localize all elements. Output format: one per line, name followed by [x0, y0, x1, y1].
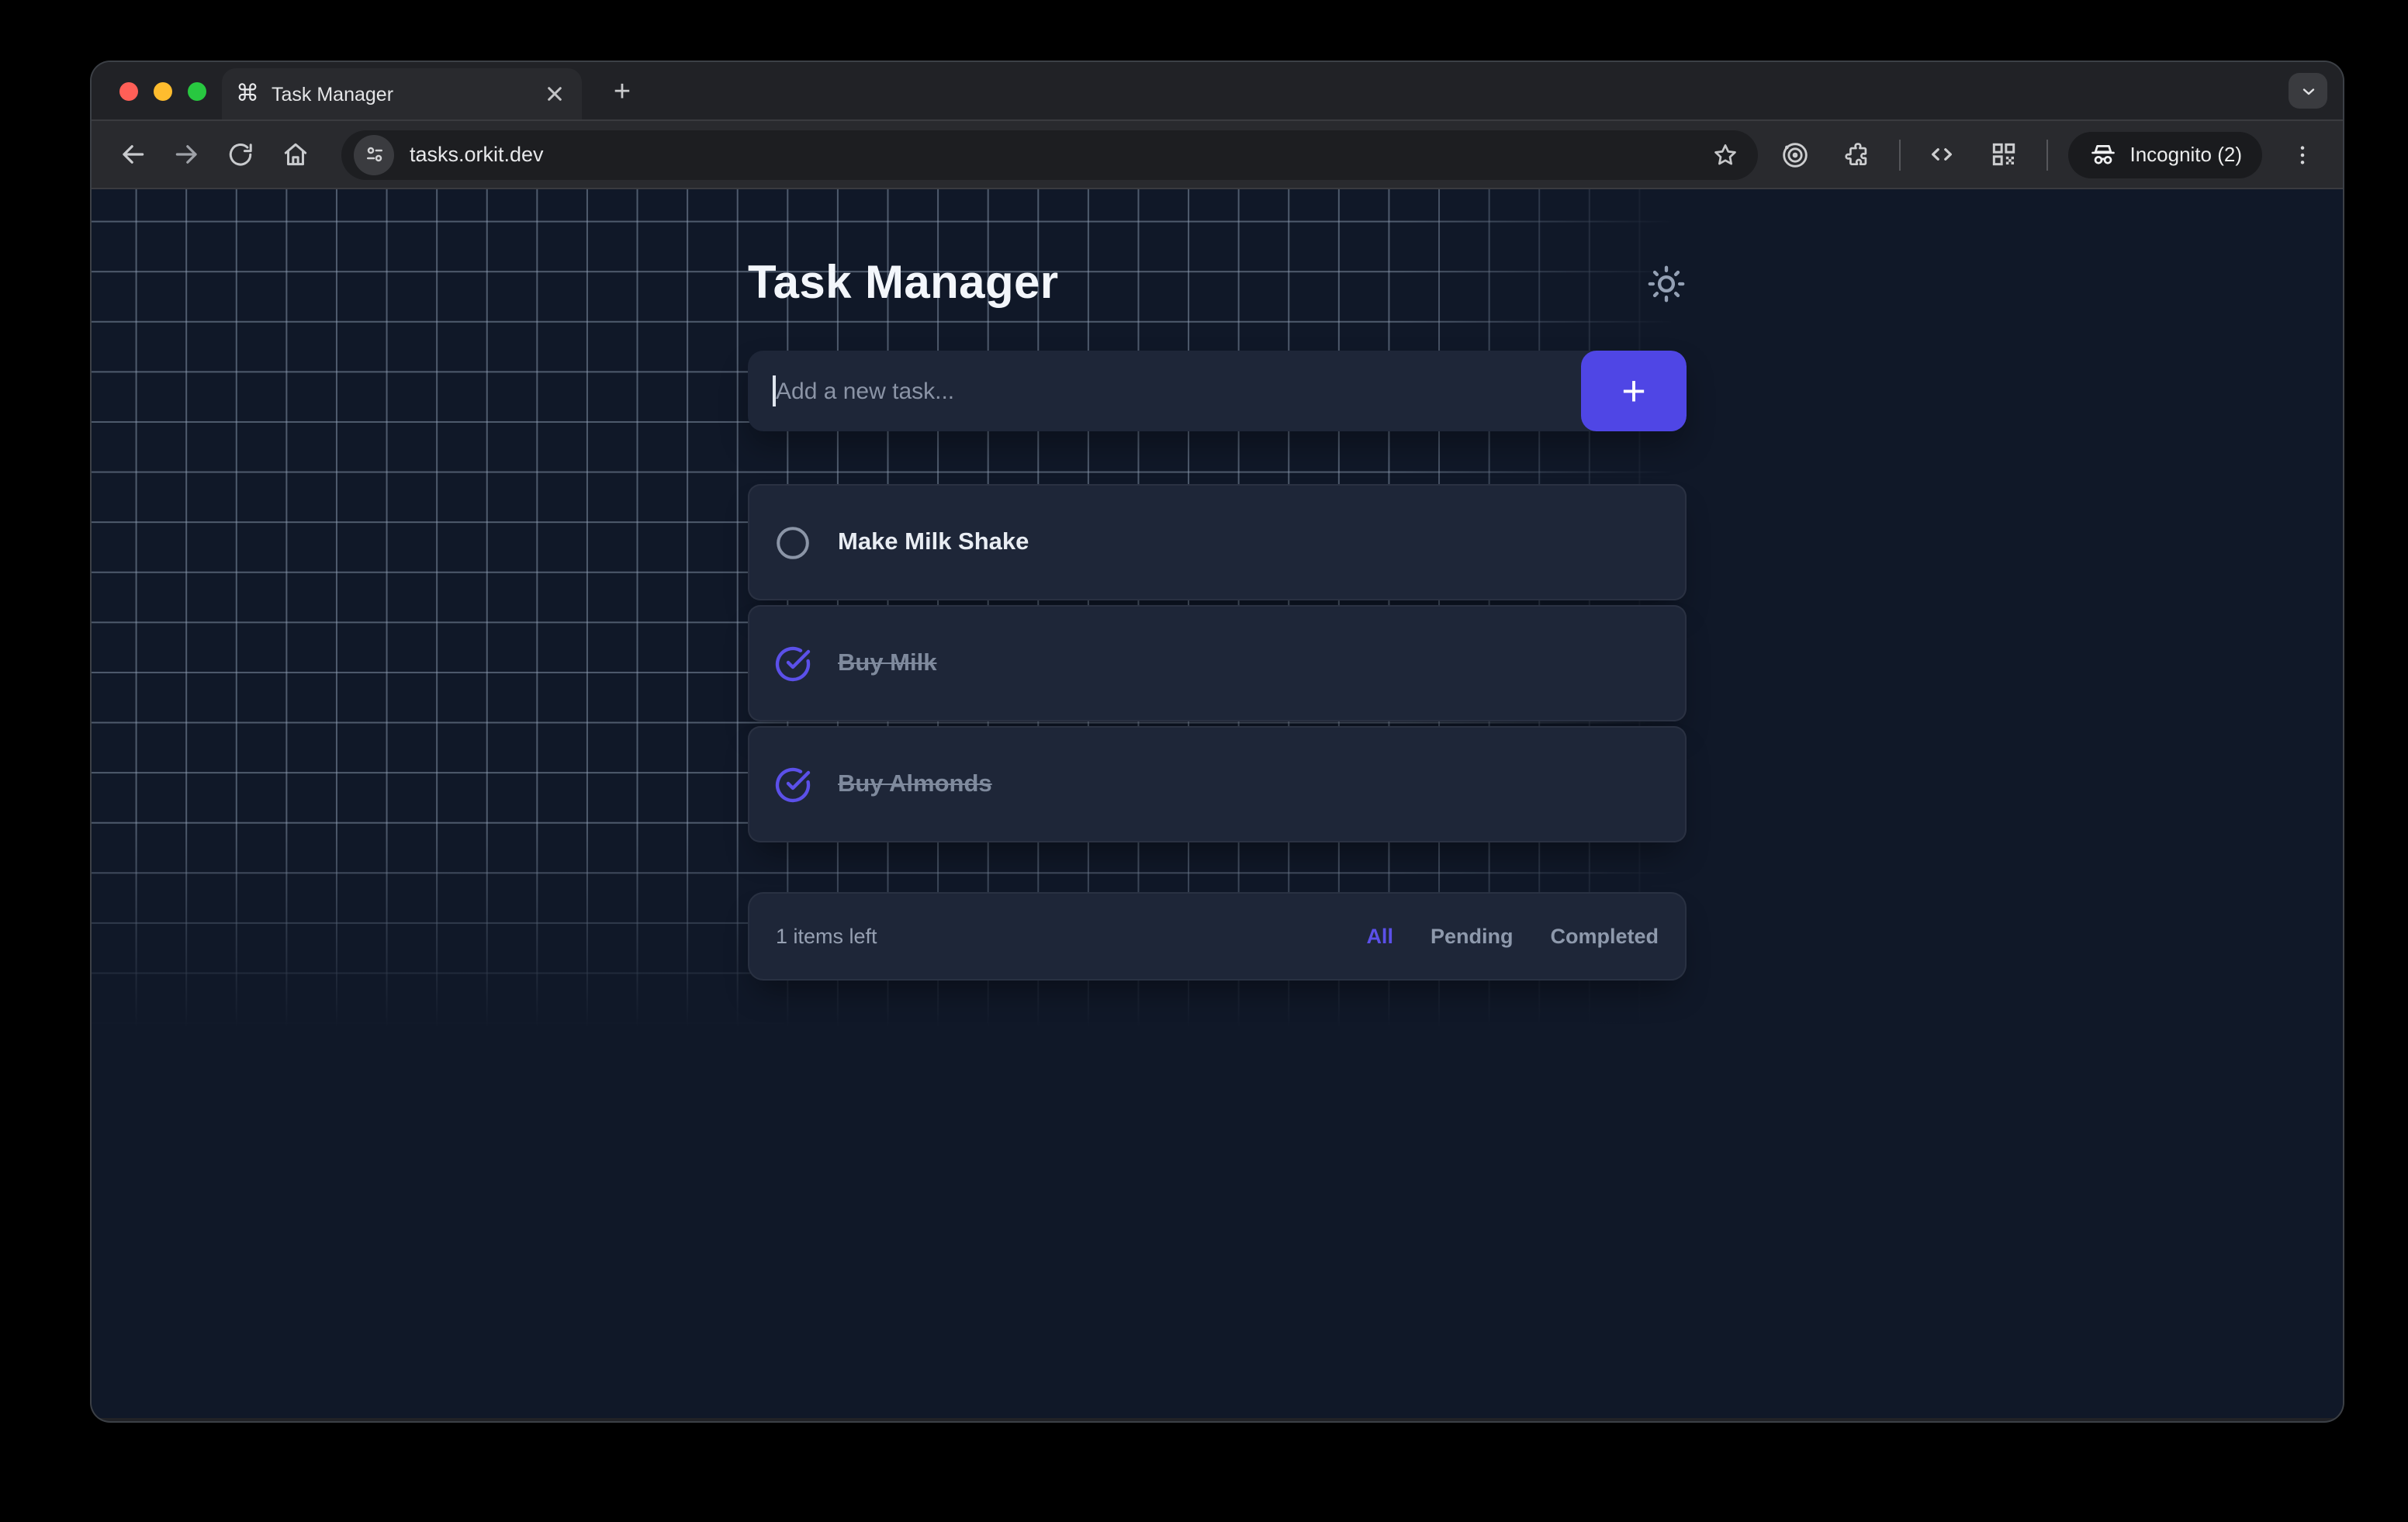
items-left-count: 1 items left [776, 925, 877, 948]
back-arrow-icon [117, 140, 147, 169]
task-footer: 1 items left All Pending Completed [748, 892, 1687, 981]
incognito-badge[interactable]: Incognito (2) [2067, 131, 2262, 178]
browser-window: ⌘ Task Manager + [92, 62, 2343, 1421]
reload-button[interactable] [220, 134, 261, 175]
home-icon [280, 140, 310, 169]
code-brackets-icon [1927, 140, 1956, 169]
kebab-menu-icon [2290, 142, 2315, 167]
filter-group: All Pending Completed [1366, 925, 1659, 948]
task-list: Make Milk Shake Buy Milk Buy Almonds [748, 484, 1687, 842]
browser-menu-button[interactable] [2282, 134, 2323, 175]
tune-icon [362, 143, 386, 166]
window-minimize-button[interactable] [154, 82, 172, 101]
new-tab-button[interactable]: + [600, 71, 644, 115]
orbit-extension-button[interactable] [1774, 134, 1815, 175]
add-task-button[interactable]: + [1581, 351, 1687, 431]
site-settings-button[interactable] [354, 134, 394, 175]
orbit-icon [1779, 139, 1810, 170]
theme-toggle-button[interactable] [1645, 263, 1687, 305]
window-maximize-button[interactable] [188, 82, 206, 101]
qr-code-icon [1989, 140, 2019, 169]
page-content: Task Manager + Make Milk Shake [92, 189, 2343, 1418]
screen: ⌘ Task Manager + [0, 0, 2408, 1522]
back-button[interactable] [112, 134, 152, 175]
forward-arrow-icon [171, 140, 201, 169]
circle-unchecked-icon[interactable] [774, 524, 811, 561]
address-bar[interactable]: tasks.orkit.dev [341, 130, 1757, 179]
qr-share-button[interactable] [1984, 134, 2024, 175]
add-task-row: + [748, 351, 1687, 431]
filter-pending[interactable]: Pending [1431, 925, 1514, 948]
task-manager-app: Task Manager + Make Milk Shake [748, 258, 1687, 981]
chevron-down-icon [2299, 81, 2317, 100]
puzzle-icon [1842, 140, 1871, 169]
browser-toolbar: tasks.orkit.dev Incognito (2) [92, 119, 2343, 189]
reload-icon [227, 140, 254, 168]
filter-all[interactable]: All [1366, 925, 1393, 948]
task-row[interactable]: Buy Milk [748, 605, 1687, 721]
toolbar-separator [2046, 139, 2047, 170]
task-label: Buy Almonds [838, 770, 992, 798]
sun-icon [1645, 264, 1686, 304]
new-task-input[interactable] [748, 351, 1581, 431]
task-row[interactable]: Buy Almonds [748, 726, 1687, 842]
filter-completed[interactable]: Completed [1550, 925, 1659, 948]
toolbar-separator [1898, 139, 1900, 170]
circle-check-icon[interactable] [774, 766, 811, 803]
bookmark-button[interactable] [1704, 134, 1745, 175]
star-icon [1711, 140, 1739, 168]
tab-title: Task Manager [272, 83, 529, 105]
extensions-button[interactable] [1836, 134, 1877, 175]
tab-strip: ⌘ Task Manager + [92, 62, 2343, 119]
page-title: Task Manager [748, 258, 1059, 310]
url-text[interactable]: tasks.orkit.dev [410, 143, 1704, 166]
task-row[interactable]: Make Milk Shake [748, 484, 1687, 600]
incognito-label: Incognito (2) [2129, 143, 2242, 166]
tab-close-icon[interactable] [541, 81, 568, 107]
tab-favicon-icon: ⌘ [236, 82, 259, 106]
circle-check-icon[interactable] [774, 645, 811, 682]
text-caret [773, 375, 775, 406]
tab-search-button[interactable] [2289, 73, 2327, 109]
app-header: Task Manager [748, 258, 1687, 310]
devtools-button[interactable] [1922, 134, 1962, 175]
browser-tab[interactable]: ⌘ Task Manager [222, 68, 582, 119]
window-close-button[interactable] [119, 82, 138, 101]
forward-button[interactable] [166, 134, 206, 175]
traffic-lights [119, 82, 206, 101]
task-label: Buy Milk [838, 649, 936, 677]
home-button[interactable] [275, 134, 315, 175]
incognito-icon [2088, 140, 2117, 169]
task-label: Make Milk Shake [838, 528, 1029, 556]
